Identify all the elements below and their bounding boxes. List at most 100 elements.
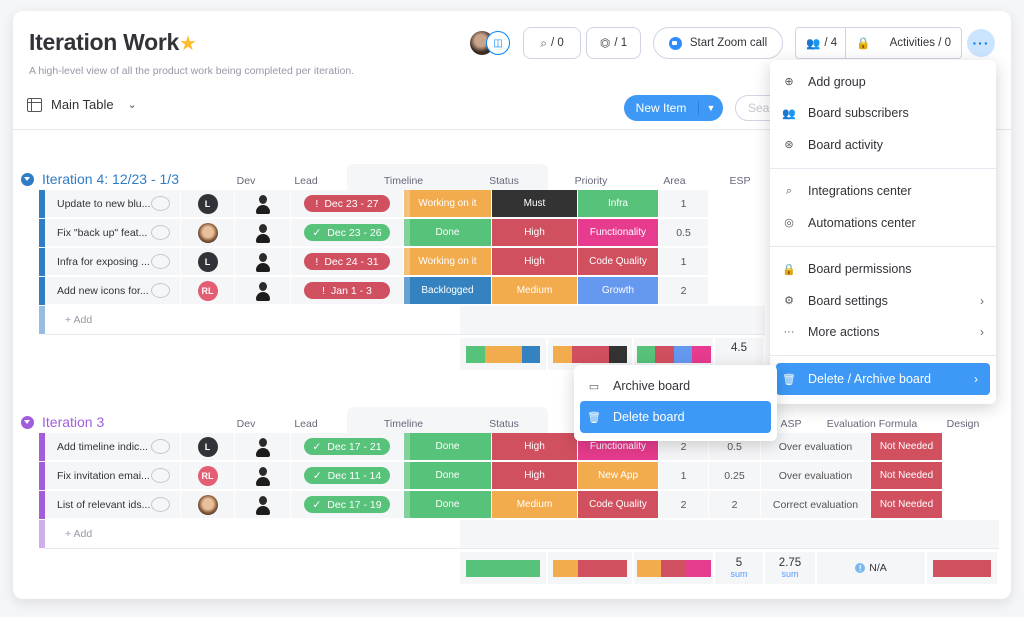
lead-cell[interactable]	[235, 219, 291, 247]
item-name-cell[interactable]: Fix "back up" feat...	[45, 219, 181, 247]
column-header-esp[interactable]: ESP	[715, 175, 765, 187]
dev-cell[interactable]: RL	[181, 277, 235, 305]
column-header-evalc[interactable]: Evaluation Formula	[817, 418, 927, 430]
area-cell[interactable]: Code Quality	[578, 491, 659, 519]
menu-item-board-settings[interactable]: ⚙ Board settings ›	[770, 285, 996, 317]
priority-cell[interactable]: High	[492, 248, 578, 276]
menu-item-board-permissions[interactable]: 🔒 Board permissions	[770, 254, 996, 286]
column-header-dev[interactable]: Dev	[219, 418, 273, 430]
priority-summary[interactable]	[548, 552, 634, 584]
design-cell[interactable]: Not Needed	[871, 433, 943, 461]
dev-cell[interactable]: L	[181, 248, 235, 276]
priority-cell[interactable]: High	[492, 462, 578, 490]
item-name-cell[interactable]: Update to new blu...	[45, 190, 181, 218]
asp-cell[interactable]: 0.25	[709, 462, 761, 490]
add-item-row[interactable]: + Add	[39, 306, 447, 334]
comment-bubble-icon[interactable]	[151, 196, 170, 211]
favorite-star-icon[interactable]: ★	[179, 31, 197, 56]
dev-cell[interactable]: RL	[181, 462, 235, 490]
item-name-cell[interactable]: Fix invitation emai...	[45, 462, 181, 490]
board-members[interactable]: ◫	[470, 31, 514, 55]
evaluation-cell[interactable]: Over evaluation	[761, 462, 871, 490]
lead-cell[interactable]	[235, 277, 291, 305]
column-header-dev[interactable]: Dev	[219, 175, 273, 187]
area-summary[interactable]	[634, 552, 715, 584]
asp-summary[interactable]: 2.75 sum	[765, 552, 817, 584]
lead-cell[interactable]	[235, 491, 291, 519]
integrations-button[interactable]: ⌕ / 0	[523, 27, 581, 59]
comment-bubble-icon[interactable]	[151, 283, 170, 298]
area-cell[interactable]: Code Quality	[578, 248, 659, 276]
column-header-prio[interactable]: Priority	[548, 175, 634, 187]
subscribers-button[interactable]: 👥 / 4	[796, 28, 847, 58]
board-title[interactable]: Iteration Work	[29, 29, 179, 56]
status-cell[interactable]: Done	[404, 491, 492, 519]
column-header-design[interactable]: Design	[927, 418, 999, 430]
evaluation-cell[interactable]: Correct evaluation	[761, 491, 871, 519]
area-cell[interactable]: Infra	[578, 190, 659, 218]
dev-cell[interactable]: L	[181, 433, 235, 461]
menu-item-delete-archive-board[interactable]: 🗑 Delete / Archive board ›	[776, 363, 990, 395]
status-cell[interactable]: Done	[404, 219, 492, 247]
design-cell[interactable]: Not Needed	[871, 462, 943, 490]
comment-bubble-icon[interactable]	[151, 468, 170, 483]
design-summary[interactable]	[927, 552, 999, 584]
activities-button[interactable]: 🔒 Activities / 0	[846, 36, 961, 50]
column-header-status[interactable]: Status	[460, 418, 548, 430]
asp-cell[interactable]: 2	[709, 491, 761, 519]
start-zoom-call-button[interactable]: Start Zoom call	[653, 27, 783, 59]
status-cell[interactable]: Working on it	[404, 190, 492, 218]
esp-cell[interactable]: 2	[659, 491, 709, 519]
evaluation-cell[interactable]: Over evaluation	[761, 433, 871, 461]
evaluation-summary[interactable]: ! N/A	[817, 552, 927, 584]
table-row[interactable]: List of relevant ids... ✓ Dec 17 - 19 Done M…	[39, 491, 943, 519]
menu-item-add-group[interactable]: ⊕ Add group	[770, 66, 996, 98]
status-summary[interactable]	[460, 338, 548, 370]
lead-cell[interactable]	[235, 433, 291, 461]
submenu-item-delete-board[interactable]: 🗑 Delete board	[580, 401, 771, 433]
menu-item-integrations-center[interactable]: ⌕ Integrations center	[770, 176, 996, 208]
item-name-cell[interactable]: List of relevant ids...	[45, 491, 181, 519]
menu-item-board-activity[interactable]: ⊛ Board activity	[770, 129, 996, 161]
timeline-cell[interactable]: ✓ Dec 11 - 14	[291, 462, 404, 490]
priority-cell[interactable]: High	[492, 433, 578, 461]
group-title[interactable]: Iteration 4: 12/23 - 1/3	[21, 171, 179, 187]
table-row[interactable]: Update to new blu... L ! Dec 23 - 27 Working…	[39, 190, 709, 218]
priority-cell[interactable]: High	[492, 219, 578, 247]
column-header-tl[interactable]: Timeline	[347, 175, 460, 187]
esp-cell[interactable]: 1	[659, 462, 709, 490]
collapse-group-icon[interactable]	[21, 172, 34, 186]
column-header-lead[interactable]: Lead	[278, 175, 334, 187]
timeline-cell[interactable]: ✓ Dec 17 - 21	[291, 433, 404, 461]
design-cell[interactable]: Not Needed	[871, 491, 943, 519]
lead-cell[interactable]	[235, 248, 291, 276]
area-cell[interactable]: Growth	[578, 277, 659, 305]
esp-summary[interactable]: 5 sum	[715, 552, 765, 584]
table-row[interactable]: Fix "back up" feat... ✓ Dec 23 - 26 Done Hig…	[39, 219, 709, 247]
status-cell[interactable]: Done	[404, 433, 492, 461]
timeline-cell[interactable]: ! Jan 1 - 3	[291, 277, 404, 305]
item-name-cell[interactable]: Add new icons for...	[45, 277, 181, 305]
timeline-cell[interactable]: ! Dec 24 - 31	[291, 248, 404, 276]
column-header-tl[interactable]: Timeline	[347, 418, 460, 430]
status-cell[interactable]: Backlogged	[404, 277, 492, 305]
menu-item-board-subscribers[interactable]: 👥 Board subscribers	[770, 98, 996, 130]
priority-cell[interactable]: Medium	[492, 491, 578, 519]
priority-cell[interactable]: Must	[492, 190, 578, 218]
group-title[interactable]: Iteration 3	[21, 414, 104, 430]
menu-item-more-actions[interactable]: ··· More actions ›	[770, 317, 996, 349]
timeline-cell[interactable]: ✓ Dec 23 - 26	[291, 219, 404, 247]
board-description[interactable]: A high-level view of all the product wor…	[29, 65, 354, 77]
dev-cell[interactable]	[181, 491, 235, 519]
area-cell[interactable]: New App	[578, 462, 659, 490]
column-header-lead[interactable]: Lead	[278, 418, 334, 430]
view-selector[interactable]: Main Table ⌄	[27, 97, 137, 112]
status-cell[interactable]: Working on it	[404, 248, 492, 276]
automations-button[interactable]: ⏣ / 1	[586, 27, 641, 59]
comment-bubble-icon[interactable]	[151, 439, 170, 454]
dev-cell[interactable]: L	[181, 190, 235, 218]
status-cell[interactable]: Done	[404, 462, 492, 490]
chevron-down-icon[interactable]: ▼	[699, 103, 723, 113]
table-row[interactable]: Add new icons for... RL ! Jan 1 - 3 Backlogg…	[39, 277, 709, 305]
area-cell[interactable]: Functionality	[578, 219, 659, 247]
